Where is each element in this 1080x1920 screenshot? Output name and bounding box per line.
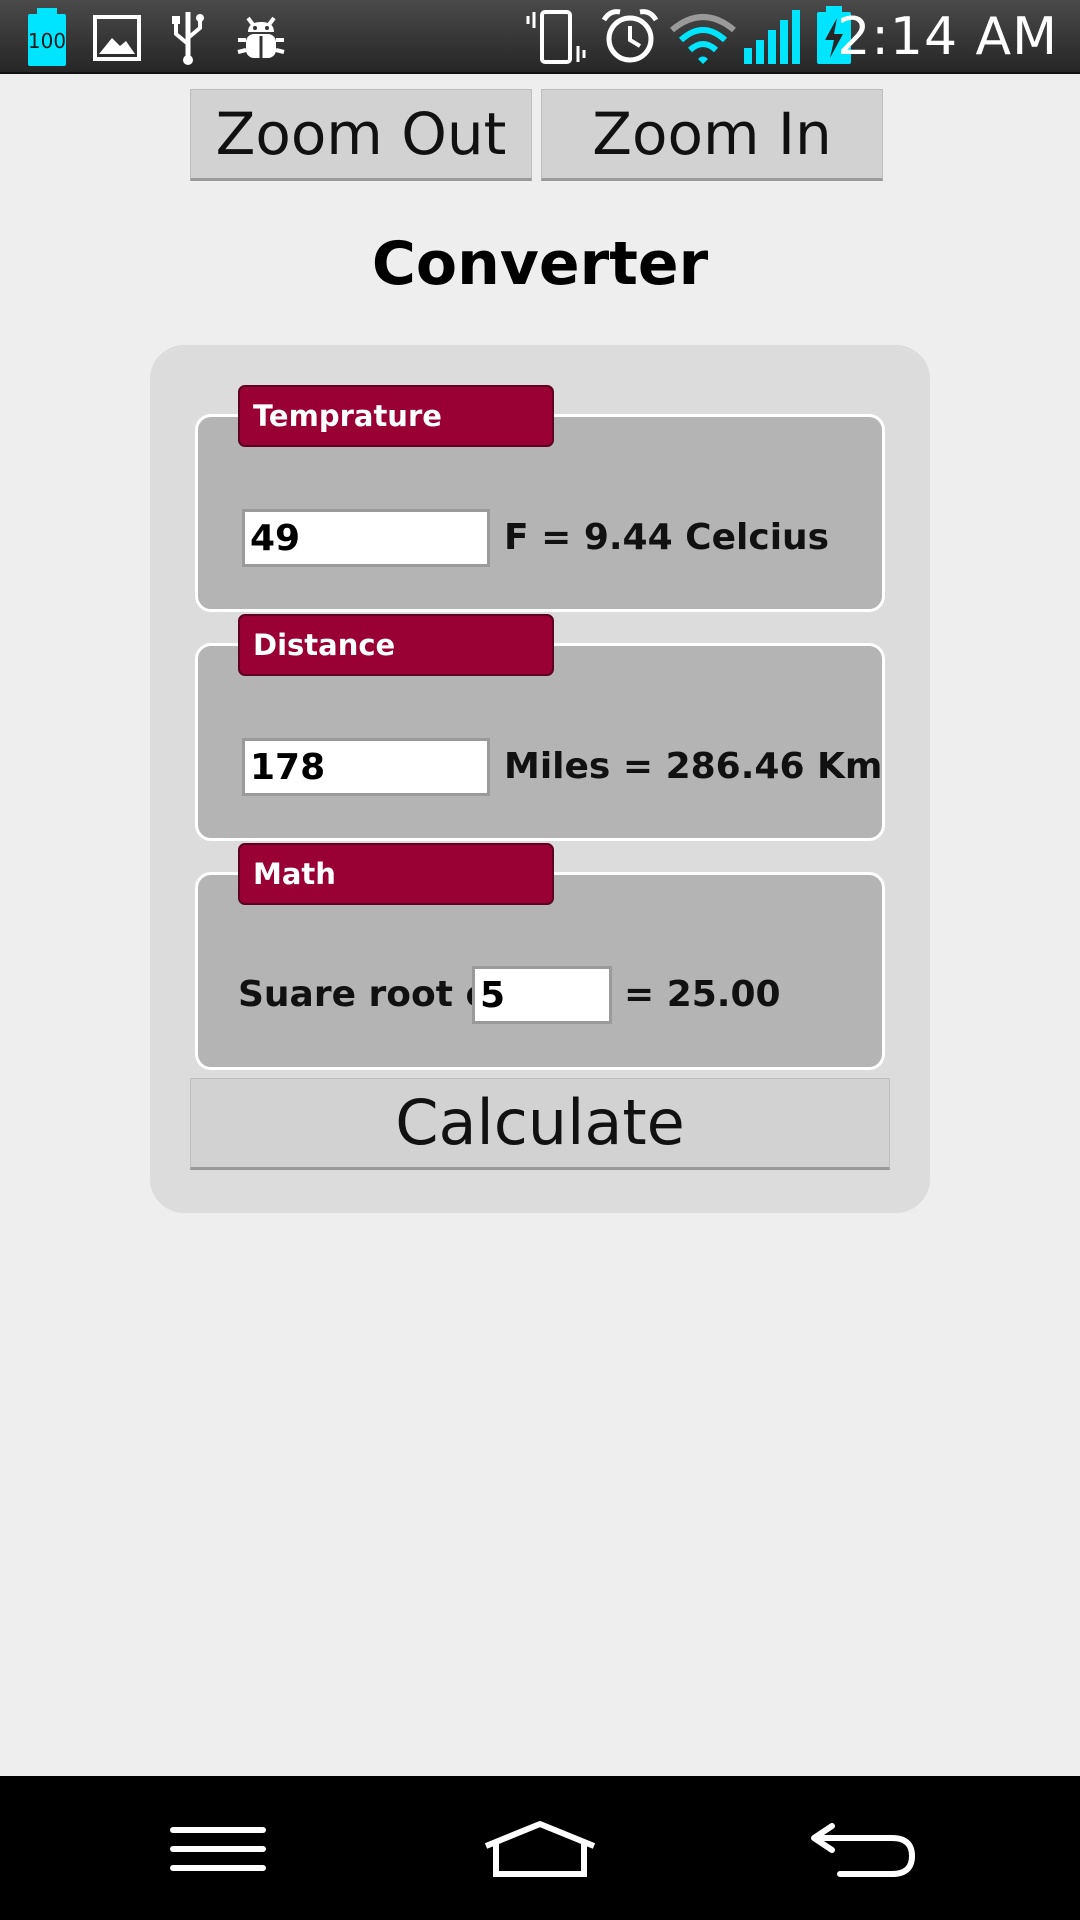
temperature-legend: Temprature — [238, 385, 554, 447]
status-time: 2:14 AM — [837, 7, 1058, 67]
square-root-label: Suare root of — [238, 974, 506, 1015]
zoom-out-button[interactable]: Zoom Out — [190, 89, 532, 181]
wifi-icon — [670, 14, 736, 64]
fahrenheit-input[interactable] — [242, 509, 490, 567]
debug-bug-icon — [237, 16, 285, 58]
miles-input[interactable] — [242, 738, 490, 796]
distance-legend: Distance — [238, 614, 554, 676]
home-icon[interactable] — [480, 1820, 600, 1878]
distance-result: Miles = 286.46 Km — [504, 746, 883, 787]
battery-100-icon: 100 — [28, 8, 66, 66]
calculate-button[interactable]: Calculate — [190, 1078, 890, 1170]
signal-icon — [744, 10, 800, 64]
usb-icon — [172, 12, 204, 65]
vibrate-icon — [526, 10, 586, 64]
square-root-input[interactable] — [472, 966, 612, 1024]
navigation-bar — [0, 1776, 1080, 1920]
status-bar: 100 2:14 AM — [0, 0, 1080, 74]
math-legend: Math — [238, 843, 554, 905]
menu-icon[interactable] — [166, 1824, 272, 1874]
gallery-icon — [93, 15, 141, 61]
battery-badge-text: 100 — [28, 29, 66, 53]
page-title: Converter — [371, 229, 709, 299]
math-result: = 25.00 — [624, 974, 781, 1015]
temperature-result: F = 9.44 Celcius — [504, 517, 830, 558]
zoom-in-button[interactable]: Zoom In — [541, 89, 883, 181]
alarm-icon — [601, 9, 659, 63]
back-icon[interactable] — [806, 1820, 918, 1878]
